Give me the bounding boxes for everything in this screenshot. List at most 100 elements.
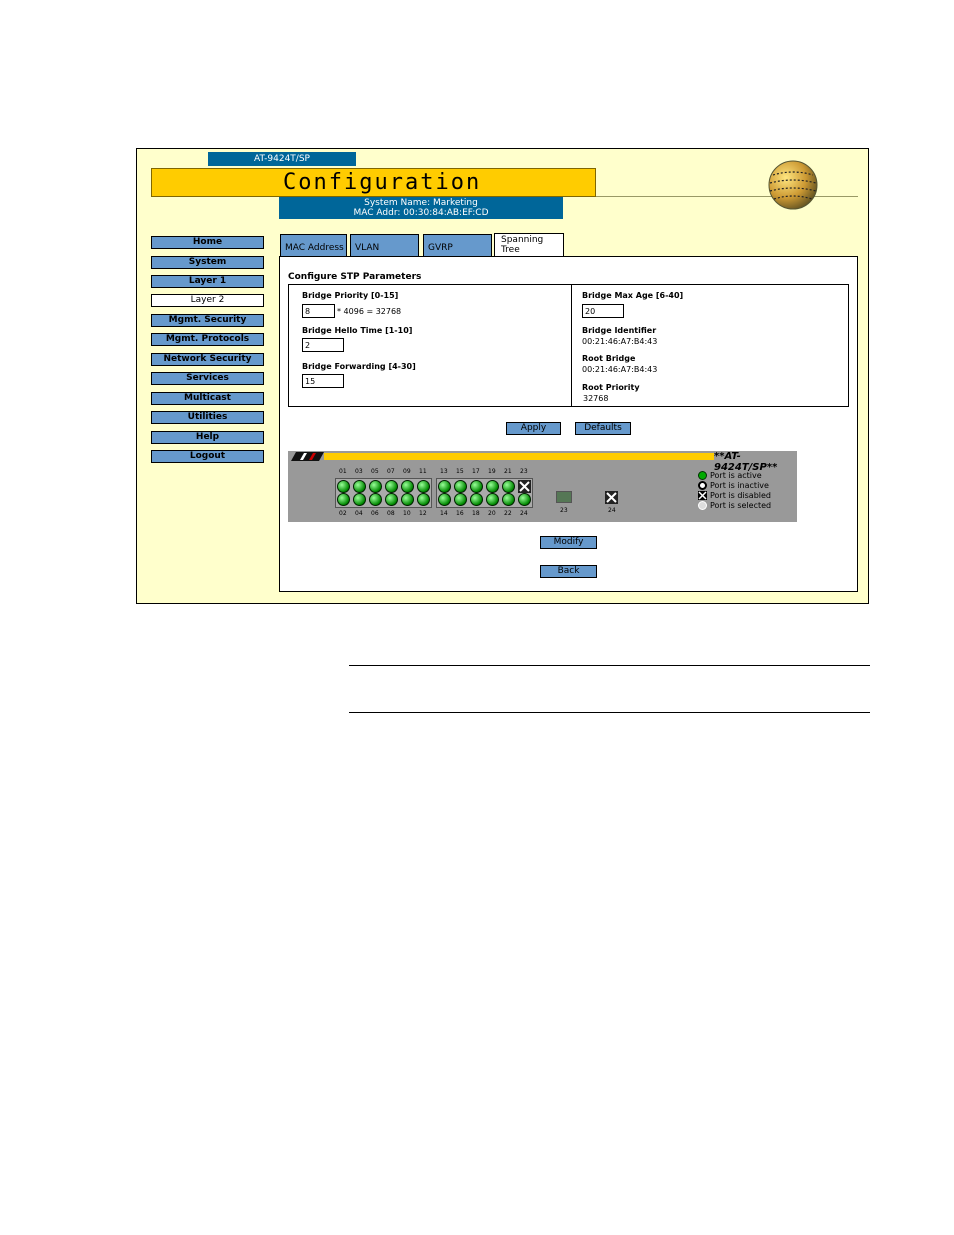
- globe-logo-icon: [768, 160, 818, 210]
- page-title: Configuration: [283, 170, 482, 195]
- nav-logout-button[interactable]: Logout: [151, 450, 264, 463]
- nav-services-button[interactable]: Services: [151, 372, 264, 385]
- bridge-identifier-label: Bridge Identifier: [582, 326, 657, 335]
- model-tab: AT-9424T/SP: [208, 152, 356, 166]
- port-label-08: 08: [387, 510, 395, 517]
- port-12[interactable]: [417, 493, 430, 506]
- port-label-01: 01: [339, 468, 347, 475]
- port-label-22: 22: [504, 510, 512, 517]
- tab-spanning-tree[interactable]: Spanning Tree: [494, 233, 564, 257]
- tab-mac-address[interactable]: MAC Address: [280, 234, 347, 257]
- port-label-18: 18: [472, 510, 480, 517]
- bridge-priority-input[interactable]: [302, 304, 335, 318]
- parameters-divider: [571, 285, 572, 406]
- port-14[interactable]: [438, 493, 451, 506]
- port-23-disabled[interactable]: [518, 480, 531, 493]
- allied-telesis-logo-icon: [291, 452, 324, 461]
- sfp-port-23[interactable]: [556, 491, 572, 503]
- port-09[interactable]: [401, 480, 414, 493]
- disabled-x-icon: [606, 492, 617, 503]
- disabled-icon: [698, 491, 707, 500]
- bridge-priority-label: Bridge Priority [0-15]: [302, 291, 399, 300]
- port-label-04: 04: [355, 510, 363, 517]
- port-20[interactable]: [486, 493, 499, 506]
- port-22[interactable]: [502, 493, 515, 506]
- nav-layer2-button[interactable]: Layer 2: [151, 294, 264, 307]
- legend-inactive-text: Port is inactive: [710, 481, 769, 490]
- port-10[interactable]: [401, 493, 414, 506]
- port-label-10: 10: [403, 510, 411, 517]
- modify-button[interactable]: Modify: [540, 536, 597, 549]
- legend-disabled-text: Port is disabled: [710, 491, 772, 500]
- tab-spanning-tree-line1: Spanning: [501, 235, 544, 245]
- back-button[interactable]: Back: [540, 565, 597, 578]
- port-label-21: 21: [504, 468, 512, 475]
- port-label-17: 17: [472, 468, 480, 475]
- port-label-24: 24: [520, 510, 528, 517]
- port-18[interactable]: [470, 493, 483, 506]
- max-age-input[interactable]: [582, 304, 624, 318]
- port-label-12: 12: [419, 510, 427, 517]
- root-priority-value: 32768: [583, 394, 609, 403]
- port-label-09: 09: [403, 468, 411, 475]
- hello-time-input[interactable]: [302, 338, 344, 352]
- port-08[interactable]: [385, 493, 398, 506]
- tab-vlan[interactable]: VLAN: [350, 234, 419, 257]
- bridge-priority-calc: * 4096 = 32768: [337, 307, 402, 316]
- nav-network-security-button[interactable]: Network Security: [151, 353, 264, 366]
- legend-selected-text: Port is selected: [710, 501, 772, 510]
- apply-button[interactable]: Apply: [506, 422, 561, 435]
- port-17[interactable]: [470, 480, 483, 493]
- port-label-14: 14: [440, 510, 448, 517]
- switch-yellow-bar: [324, 453, 714, 460]
- port-label-23: 23: [520, 468, 528, 475]
- tab-gvrp[interactable]: GVRP: [423, 234, 492, 257]
- hello-time-label: Bridge Hello Time [1-10]: [302, 326, 413, 335]
- switch-front-panel: **AT-9424T/SP** 01 03 05 07 09 11 13 15 17 19 21 23…: [288, 451, 797, 522]
- port-label-13: 13: [440, 468, 448, 475]
- legend-active-text: Port is active: [710, 471, 762, 480]
- max-age-label: Bridge Max Age [6-40]: [582, 291, 684, 300]
- nav-multicast-button[interactable]: Multicast: [151, 392, 264, 405]
- stp-panel: Configure STP Parameters Bridge Priority…: [279, 256, 858, 592]
- port-13[interactable]: [438, 480, 451, 493]
- root-priority-label: Root Priority: [582, 383, 640, 392]
- nav-help-button[interactable]: Help: [151, 431, 264, 444]
- port-03[interactable]: [353, 480, 366, 493]
- defaults-button[interactable]: Defaults: [575, 422, 631, 435]
- forwarding-input[interactable]: [302, 374, 344, 388]
- sfp-port-24-disabled[interactable]: [605, 491, 618, 504]
- nav-layer1-button[interactable]: Layer 1: [151, 275, 264, 288]
- port-01[interactable]: [337, 480, 350, 493]
- bridge-identifier-value: 00:21:46:A7:B4:43: [582, 337, 658, 346]
- port-11[interactable]: [417, 480, 430, 493]
- port-19[interactable]: [486, 480, 499, 493]
- tab-spanning-tree-line2: Tree: [501, 245, 520, 255]
- port-label-15: 15: [456, 468, 464, 475]
- port-06[interactable]: [369, 493, 382, 506]
- bottom-rule: [349, 712, 870, 713]
- stp-section-title: Configure STP Parameters: [288, 272, 422, 282]
- port-15[interactable]: [454, 480, 467, 493]
- port-24[interactable]: [518, 493, 531, 506]
- screenshot-frame: AT-9424T/SP Configuration System Name: M…: [136, 148, 869, 604]
- port-07[interactable]: [385, 480, 398, 493]
- port-02[interactable]: [337, 493, 350, 506]
- port-label-02: 02: [339, 510, 347, 517]
- nav-mgmt-protocols-button[interactable]: Mgmt. Protocols: [151, 333, 264, 346]
- system-info-box: System Name: Marketing MAC Addr: 00:30:8…: [279, 197, 563, 219]
- selected-dot-icon: [698, 501, 707, 510]
- nav-mgmt-security-button[interactable]: Mgmt. Security: [151, 314, 264, 327]
- root-bridge-label: Root Bridge: [582, 354, 636, 363]
- port-04[interactable]: [353, 493, 366, 506]
- switch-model-label: **AT-9424T/SP**: [714, 451, 778, 473]
- port-05[interactable]: [369, 480, 382, 493]
- nav-home-button[interactable]: Home: [151, 236, 264, 249]
- nav-utilities-button[interactable]: Utilities: [151, 411, 264, 424]
- nav-system-button[interactable]: System: [151, 256, 264, 269]
- port-21[interactable]: [502, 480, 515, 493]
- port-label-20: 20: [488, 510, 496, 517]
- top-rule: [349, 665, 870, 666]
- port-16[interactable]: [454, 493, 467, 506]
- port-label-19: 19: [488, 468, 496, 475]
